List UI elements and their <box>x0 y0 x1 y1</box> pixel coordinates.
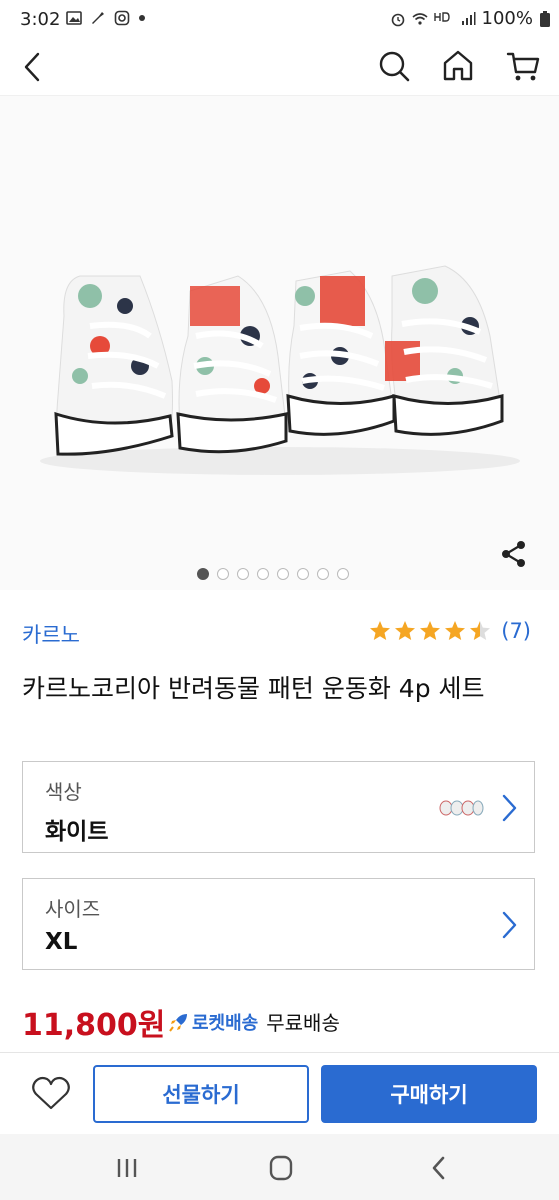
system-icons: 100% <box>390 8 551 29</box>
star-icon <box>445 621 466 640</box>
product-image-gallery[interactable] <box>0 96 559 590</box>
recent-apps-icon[interactable] <box>112 1154 142 1182</box>
wifi-icon <box>412 12 428 25</box>
half-star-icon <box>470 621 491 640</box>
pagination-dot[interactable] <box>337 568 349 580</box>
dot-icon <box>139 15 145 21</box>
pagination-dot[interactable] <box>277 568 289 580</box>
pagination-dot[interactable] <box>197 568 209 580</box>
rating[interactable]: (7) <box>369 619 531 643</box>
free-shipping-text: 무료배송 <box>266 1011 340 1035</box>
bottom-action-bar: 선물하기 구매하기 <box>0 1052 559 1135</box>
color-option-selector[interactable]: 색상 화이트 <box>22 761 535 853</box>
rocket-icon <box>169 1013 187 1032</box>
option-label: 색상 <box>45 780 82 804</box>
system-nav-bar <box>0 1134 559 1200</box>
pagination-dot[interactable] <box>317 568 329 580</box>
shipping-info: 로켓배송 무료배송 <box>168 1007 340 1036</box>
product-title: 카르노코리아 반려동물 패턴 운동화 4p 세트 <box>22 674 485 703</box>
chevron-right-icon <box>502 794 517 822</box>
option-label: 사이즈 <box>45 897 101 921</box>
status-time: 3:02 <box>20 9 61 30</box>
home-icon[interactable] <box>440 48 476 84</box>
battery-percent: 100% <box>481 8 533 29</box>
star-icon <box>420 621 441 640</box>
option-value: XL <box>45 929 78 955</box>
rocket-delivery-badge: 로켓배송 <box>192 1012 259 1034</box>
pagination-dot[interactable] <box>257 568 269 580</box>
signal-icon <box>461 11 476 25</box>
search-icon[interactable] <box>377 48 411 84</box>
gift-button[interactable]: 선물하기 <box>93 1065 309 1123</box>
status-bar: 3:02 100% <box>0 0 559 40</box>
heart-icon[interactable] <box>30 1073 72 1113</box>
review-count[interactable]: (7) <box>501 619 531 643</box>
option-value: 화이트 <box>45 819 109 845</box>
back-icon[interactable] <box>18 50 48 84</box>
chevron-right-icon <box>502 911 517 939</box>
color-thumbnail <box>439 800 484 816</box>
gallery-pagination <box>197 568 349 580</box>
price: 11,800원 <box>22 1008 166 1043</box>
battery-icon <box>540 10 550 27</box>
star-icon <box>395 621 416 640</box>
gallery-icon <box>66 11 82 25</box>
flight-icon <box>92 12 104 24</box>
product-image <box>0 96 559 590</box>
buy-button[interactable]: 구매하기 <box>321 1065 537 1123</box>
star-icon <box>370 621 391 640</box>
brand-link[interactable]: 카르노 <box>22 619 80 649</box>
top-nav-bar <box>0 40 559 96</box>
share-icon[interactable] <box>498 538 530 570</box>
hd-voice-icon <box>433 11 450 22</box>
size-option-selector[interactable]: 사이즈 XL <box>22 878 535 970</box>
pagination-dot[interactable] <box>237 568 249 580</box>
system-back-icon[interactable] <box>424 1154 454 1182</box>
instagram-icon <box>114 10 130 26</box>
rating-stars <box>370 621 491 640</box>
pagination-dot[interactable] <box>297 568 309 580</box>
pagination-dot[interactable] <box>217 568 229 580</box>
cart-icon[interactable] <box>505 48 541 84</box>
alarm-icon <box>391 13 404 26</box>
notification-icons <box>66 10 146 26</box>
home-button-icon[interactable] <box>266 1154 296 1182</box>
